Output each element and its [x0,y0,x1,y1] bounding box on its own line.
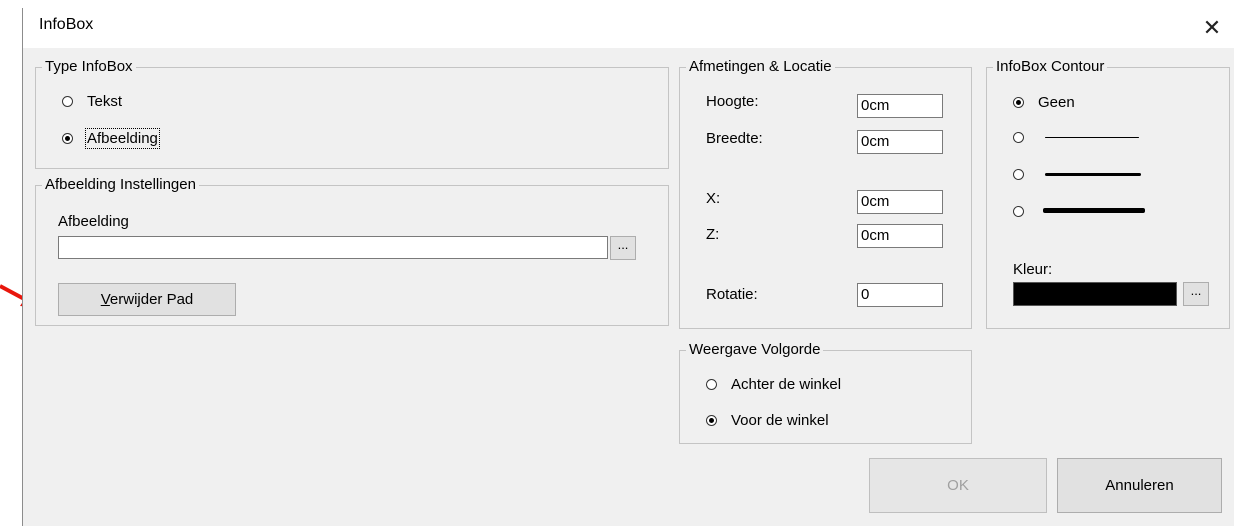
radio-contour-thin[interactable] [1013,132,1038,143]
radio-image[interactable]: Afbeelding [62,128,160,149]
radio-image-indicator[interactable] [62,133,73,144]
image-path-input[interactable] [58,236,608,259]
radio-contour-none-indicator[interactable] [1013,97,1024,108]
cancel-button[interactable]: Annuleren [1057,458,1222,513]
radio-contour-medium[interactable] [1013,169,1038,180]
contour-group: InfoBox Contour Geen Kleur: ... [986,57,1230,329]
width-input[interactable]: 0cm [857,130,943,154]
color-picker-button[interactable]: ... [1183,282,1209,306]
title-bar: InfoBox ✕ [23,8,1234,48]
group-label-dimensions: Afmetingen & Locatie [686,57,835,77]
height-input[interactable]: 0cm [857,94,943,118]
color-label: Kleur: [1013,261,1053,278]
radio-text-label: Tekst [87,93,123,110]
radio-text[interactable]: Tekst [62,93,122,110]
radio-contour-none-label: Geen [1038,94,1075,111]
rotation-label: Rotatie: [706,286,758,303]
thin-line-sample [1045,137,1139,138]
group-label-display-order: Weergave Volgorde [686,340,824,360]
radio-front-shop-indicator[interactable] [706,415,717,426]
radio-contour-thin-indicator[interactable] [1013,132,1024,143]
group-label-contour: InfoBox Contour [993,57,1108,77]
radio-image-label: Afbeelding [85,128,160,149]
remove-path-button[interactable]: Verwijder Pad [58,283,236,316]
radio-contour-thick-indicator[interactable] [1013,206,1024,217]
radio-behind-shop-label: Achter de winkel [731,376,842,393]
image-path-label: Afbeelding [58,213,129,230]
z-input[interactable]: 0cm [857,224,943,248]
radio-contour-none[interactable]: Geen [1013,94,1075,111]
z-label: Z: [706,226,720,243]
rotation-input[interactable]: 0 [857,283,943,307]
window-title: InfoBox [39,16,94,33]
display-order-group: Weergave Volgorde Achter de winkel Voor … [679,340,972,444]
height-label: Hoogte: [706,93,759,110]
infobox-dialog: InfoBox ✕ Type InfoBox Tekst Afbeelding … [22,8,1234,526]
group-label-image-settings: Afbeelding Instellingen [42,175,199,195]
width-label: Breedte: [706,130,763,147]
close-icon: ✕ [1202,15,1222,40]
radio-contour-medium-indicator[interactable] [1013,169,1024,180]
radio-front-shop-label: Voor de winkel [731,412,829,429]
color-swatch[interactable] [1013,282,1177,306]
image-settings-group: Afbeelding Instellingen Afbeelding ... V… [35,175,669,326]
remove-path-label: Verwijder Pad [100,291,194,308]
x-label: X: [706,190,721,207]
medium-line-sample [1045,173,1141,176]
ok-button[interactable]: OK [869,458,1047,513]
thick-line-sample [1043,208,1145,213]
x-input[interactable]: 0cm [857,190,943,214]
browse-image-button[interactable]: ... [610,236,636,260]
radio-text-indicator[interactable] [62,96,73,107]
radio-behind-shop[interactable]: Achter de winkel [706,376,841,393]
radio-contour-thick[interactable] [1013,206,1038,217]
type-infobox-group: Type InfoBox Tekst Afbeelding [35,57,669,169]
radio-behind-shop-indicator[interactable] [706,379,717,390]
radio-front-shop[interactable]: Voor de winkel [706,412,829,429]
dimensions-group: Afmetingen & Locatie Hoogte: 0cm Breedte… [679,57,972,329]
group-label-type: Type InfoBox [42,57,136,77]
close-button[interactable]: ✕ [1189,8,1234,48]
